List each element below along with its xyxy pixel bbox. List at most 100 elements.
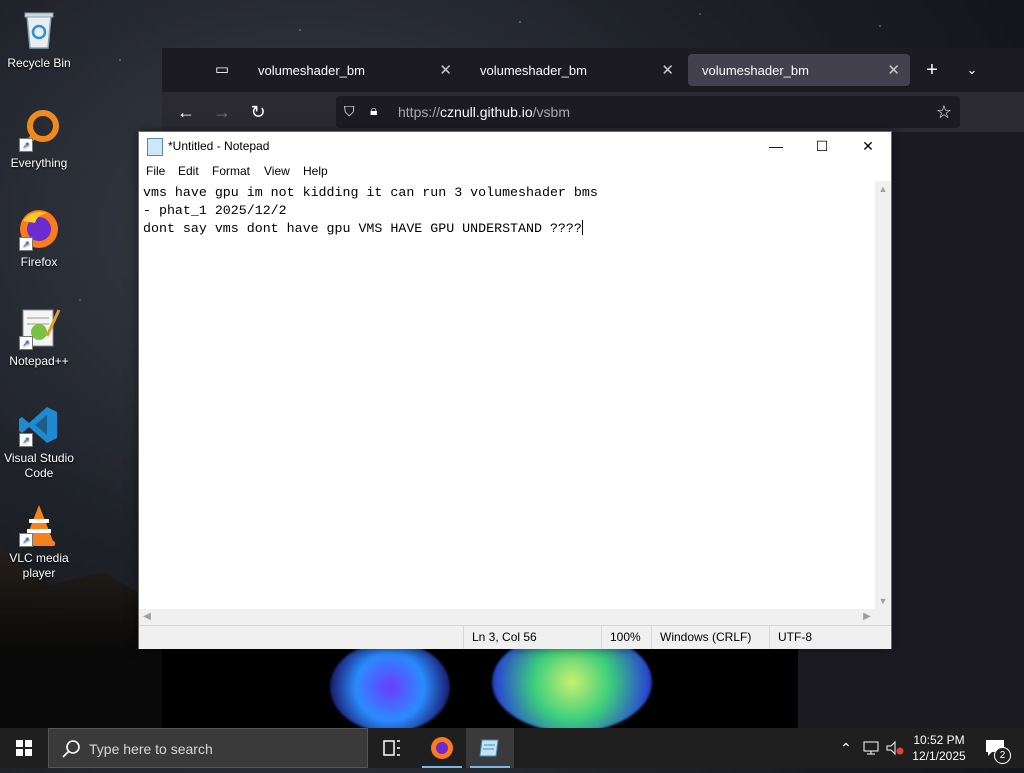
tab-label: volumeshader_bm <box>702 63 809 78</box>
back-arrow-icon[interactable]: ← <box>174 100 198 124</box>
search-icon <box>62 740 80 758</box>
shortcut-arrow-icon: ↗ <box>19 433 33 447</box>
status-cursor-position: Ln 3, Col 56 <box>463 626 601 649</box>
chevron-up-icon[interactable]: ⌃ <box>836 728 856 768</box>
close-icon[interactable]: ✕ <box>439 61 452 79</box>
url-text: https://cznull.github.io/vsbm <box>398 104 570 120</box>
menu-help[interactable]: Help <box>303 164 328 178</box>
notepad-plus-plus-icon: ↗ <box>17 306 61 350</box>
vlc-icon: ↗ <box>17 503 61 547</box>
status-zoom: 100% <box>601 626 651 649</box>
shortcut-arrow-icon: ↗ <box>19 237 33 251</box>
shortcut-arrow-icon: ↗ <box>19 336 33 350</box>
desktop-icon-label: Notepad++ <box>9 354 69 368</box>
recycle-bin-icon <box>17 8 61 52</box>
text-editor[interactable]: vms have gpu im not kidding it can run 3… <box>139 181 875 609</box>
tab-volumeshader-2[interactable]: volumeshader_bm ✕ <box>466 54 684 86</box>
notepad-title-bar[interactable]: *Untitled - Notepad — ☐ ✕ <box>139 132 891 161</box>
status-encoding: UTF-8 <box>769 626 891 649</box>
tab-volumeshader-1[interactable]: volumeshader_bm ✕ <box>244 54 462 86</box>
shortcut-arrow-icon: ↗ <box>19 533 33 547</box>
taskbar-search-box[interactable]: Type here to search <box>48 728 368 768</box>
vscode-icon: ↗ <box>17 403 61 447</box>
desktop-icon-everything[interactable]: ↗ Everything <box>0 108 78 171</box>
lock-icon[interactable]: 🔒︎ <box>370 102 377 119</box>
editor-line-current: dont say vms dont have gpu VMS HAVE GPU … <box>143 220 875 238</box>
editor-line: dont say vms dont have gpu VMS HAVE GPU … <box>143 221 582 236</box>
minimize-button[interactable]: — <box>753 132 799 161</box>
desktop-icon-recycle-bin[interactable]: Recycle Bin <box>0 8 78 71</box>
text-caret <box>581 220 583 235</box>
scroll-right-icon[interactable]: ▶ <box>859 609 875 625</box>
desktop-icon-label: VLC media player <box>9 551 69 580</box>
tab-volumeshader-3[interactable]: volumeshader_bm ✕ <box>688 54 910 86</box>
reload-icon[interactable]: ↻ <box>246 100 270 124</box>
status-line-ending: Windows (CRLF) <box>651 626 769 649</box>
status-bar: Ln 3, Col 56 100% Windows (CRLF) UTF-8 <box>139 625 891 649</box>
shield-icon[interactable]: ⛉ <box>344 103 355 120</box>
url-path: /vsbm <box>532 104 570 120</box>
clock[interactable]: 10:52 PM 12/1/2025 <box>906 728 972 768</box>
desktop-icon-label: Recycle Bin <box>7 56 71 70</box>
forward-arrow-icon[interactable]: → <box>210 100 234 124</box>
network-icon[interactable] <box>860 728 882 768</box>
notification-center-button[interactable]: 2 <box>976 728 1016 768</box>
close-button[interactable]: ✕ <box>845 132 891 161</box>
taskbar: Type here to search ⌃ 10:52 PM 12/1/2025 <box>0 728 1024 768</box>
desktop-icon-label: Visual Studio Code <box>4 451 74 480</box>
close-icon[interactable]: ✕ <box>661 61 674 79</box>
taskbar-notepad[interactable] <box>466 728 514 768</box>
menu-view[interactable]: View <box>264 164 290 178</box>
desktop-icon-notepadpp[interactable]: ↗ Notepad++ <box>0 306 78 369</box>
notepad-window: *Untitled - Notepad — ☐ ✕ File Edit Form… <box>138 131 892 649</box>
notification-count-badge: 2 <box>994 747 1011 764</box>
horizontal-scrollbar[interactable]: ◀ ▶ <box>139 609 875 625</box>
firefox-icon: ↗ <box>17 207 61 251</box>
scroll-down-icon[interactable]: ▼ <box>875 593 891 609</box>
bookmark-star-icon[interactable]: ☆ <box>932 100 956 124</box>
desktop-icon-label: Firefox <box>20 255 58 269</box>
desktop-icon-vlc[interactable]: ↗ VLC media player <box>0 503 78 581</box>
editor-line: vms have gpu im not kidding it can run 3… <box>143 185 598 200</box>
everything-search-icon: ↗ <box>17 108 61 152</box>
chevron-down-icon[interactable]: ⌄ <box>960 58 984 82</box>
close-icon[interactable]: ✕ <box>887 61 900 79</box>
clock-time: 10:52 PM <box>913 733 965 747</box>
url-bar[interactable]: ⛉ 🔒︎ https://cznull.github.io/vsbm <box>336 96 960 128</box>
tab-bar: ▭ volumeshader_bm ✕ volumeshader_bm ✕ vo… <box>162 48 1024 92</box>
taskbar-firefox[interactable] <box>418 728 466 768</box>
editor-line: - phat_1 2025/12/2 <box>143 203 287 218</box>
url-host: cznull.github.io <box>440 104 533 120</box>
desktop-icon-label: Everything <box>10 156 68 170</box>
new-tab-icon[interactable]: + <box>920 58 944 82</box>
tab-label: volumeshader_bm <box>480 63 587 78</box>
maximize-button[interactable]: ☐ <box>799 132 845 161</box>
start-button[interactable] <box>0 728 48 768</box>
tab-overview-icon[interactable]: ▭ <box>210 58 234 82</box>
shortcut-arrow-icon: ↗ <box>19 138 33 152</box>
search-placeholder: Type here to search <box>89 741 213 757</box>
scroll-left-icon[interactable]: ◀ <box>139 609 155 625</box>
windows-logo-icon <box>16 740 32 756</box>
task-view-button[interactable] <box>368 728 416 768</box>
tab-label: volumeshader_bm <box>258 63 365 78</box>
scrollbar-corner <box>875 609 891 625</box>
scroll-up-icon[interactable]: ▲ <box>875 181 891 197</box>
vertical-scrollbar[interactable]: ▲ ▼ <box>875 181 891 609</box>
window-title: *Untitled - Notepad <box>168 139 270 153</box>
clock-date: 12/1/2025 <box>912 749 966 763</box>
volume-shader-render <box>330 642 450 732</box>
desktop-icon-vscode[interactable]: ↗ Visual Studio Code <box>0 403 78 481</box>
navigation-bar: ← → ↻ ⛉ 🔒︎ https://cznull.github.io/vsbm… <box>162 92 1024 132</box>
task-view-icon <box>383 740 400 756</box>
menu-format[interactable]: Format <box>212 164 250 178</box>
firefox-icon <box>431 737 453 759</box>
url-prefix: https:// <box>398 104 441 120</box>
notepad-icon <box>147 138 163 156</box>
menu-bar: File Edit Format View Help <box>139 161 891 181</box>
volume-muted-icon[interactable] <box>884 728 906 768</box>
menu-edit[interactable]: Edit <box>178 164 199 178</box>
desktop-icon-firefox[interactable]: ↗ Firefox <box>0 207 78 270</box>
notepad-icon <box>479 739 499 757</box>
menu-file[interactable]: File <box>146 164 165 178</box>
